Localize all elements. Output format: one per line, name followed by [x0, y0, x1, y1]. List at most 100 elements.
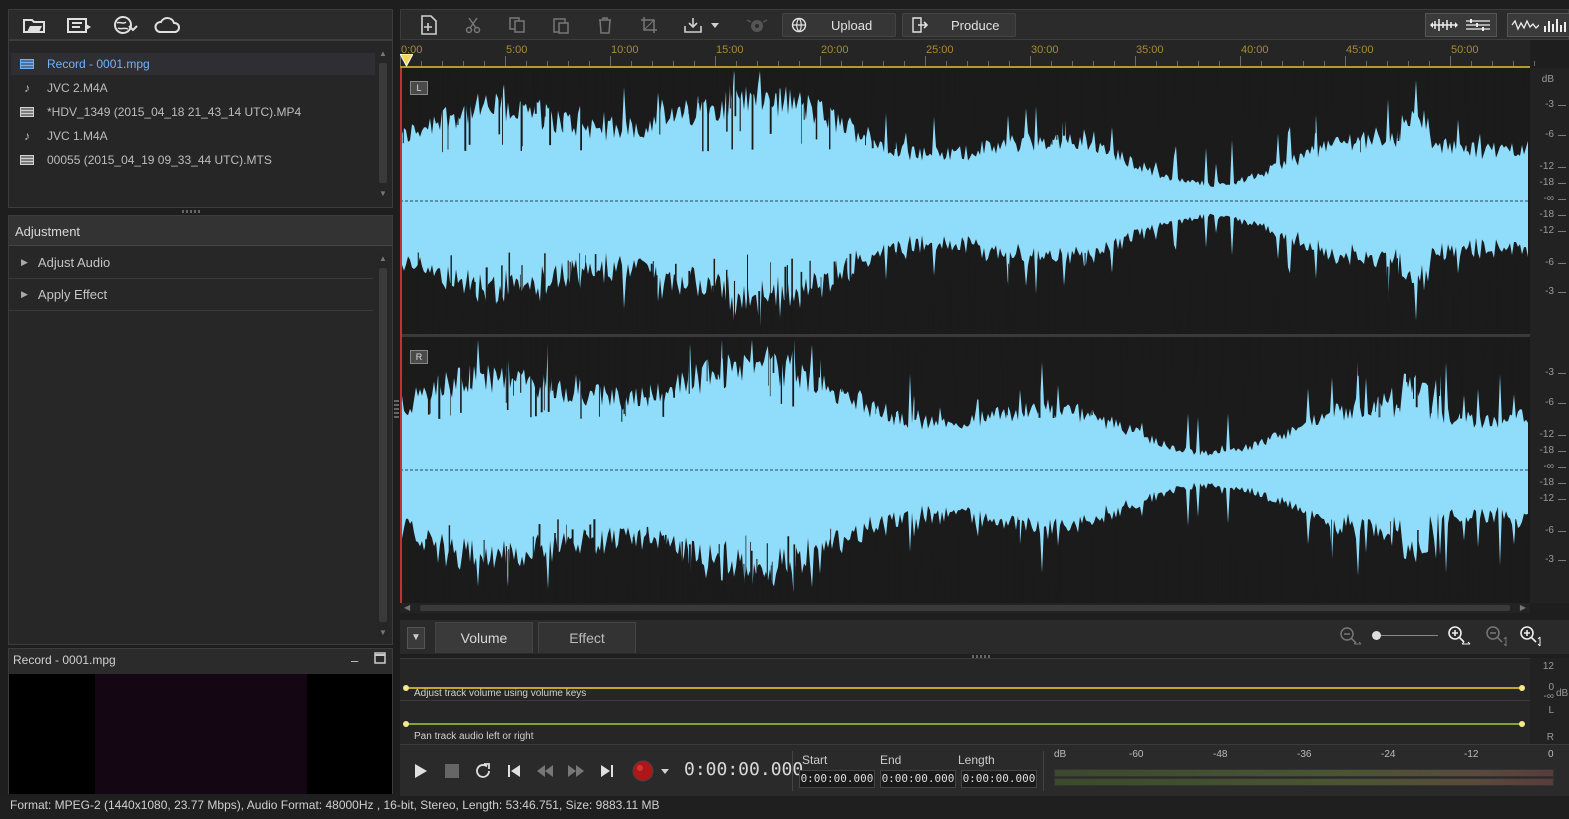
- upload-button[interactable]: Upload: [782, 13, 896, 37]
- left-channel-waveform[interactable]: [400, 68, 1528, 334]
- spectrum-icon[interactable]: [1543, 17, 1569, 36]
- stereo-view-icon[interactable]: [1429, 17, 1459, 36]
- disc-icon[interactable]: [741, 14, 773, 36]
- ruler-tick: [1030, 56, 1031, 66]
- right-channel-badge[interactable]: R: [410, 350, 428, 364]
- ruler-tick: [715, 56, 716, 66]
- length-field[interactable]: 0:00:00.000: [961, 770, 1037, 788]
- collapse-panel-button[interactable]: ▼: [407, 627, 425, 649]
- go-to-start-icon[interactable]: [502, 759, 526, 783]
- envelope-node[interactable]: [403, 721, 409, 727]
- transport-divider: [1043, 751, 1044, 791]
- zoom-slider[interactable]: [1372, 631, 1438, 640]
- zoom-in-vertical-icon[interactable]: [1518, 625, 1544, 650]
- export-dropdown-icon[interactable]: [681, 14, 721, 36]
- cloud-icon[interactable]: [153, 14, 183, 36]
- produce-button[interactable]: Produce: [902, 13, 1016, 37]
- media-item[interactable]: ♪ JVC 2.M4A: [11, 77, 375, 99]
- stop-icon[interactable]: [440, 759, 464, 783]
- panel-resize-handle[interactable]: [182, 210, 200, 213]
- copy-icon[interactable]: [505, 14, 529, 36]
- video-file-icon: [19, 105, 35, 119]
- waveform-icon[interactable]: [1511, 17, 1540, 36]
- timeline-ruler[interactable]: 0:00 5:00 10:00 15:00 20:00 25:00 30:00 35:00 40…: [399, 40, 1535, 68]
- pan-hint: Pan track audio left or right: [414, 731, 534, 742]
- download-web-icon[interactable]: [109, 14, 139, 36]
- split-view-icon[interactable]: [1463, 17, 1493, 36]
- apply-effect-item[interactable]: ▶ Apply Effect: [9, 279, 373, 311]
- media-item[interactable]: 00055 (2015_04_19 09_33_44 UTC).MTS: [11, 149, 375, 171]
- meter-label: dB: [1054, 749, 1067, 760]
- media-item[interactable]: Record - 0001.mpg: [11, 53, 375, 75]
- apply-effect-label: Apply Effect: [37, 287, 108, 302]
- playhead-marker-icon[interactable]: [399, 53, 414, 68]
- import-media-icon[interactable]: [21, 14, 51, 36]
- record-button[interactable]: [630, 759, 670, 783]
- transport-bar: 0:00:00.000 Start End Length 0:00:00.000…: [400, 744, 1569, 796]
- waveform-canvas[interactable]: [400, 68, 1530, 603]
- right-channel-waveform[interactable]: [400, 337, 1528, 603]
- loop-icon[interactable]: [471, 759, 495, 783]
- maximize-icon[interactable]: [374, 652, 386, 667]
- ruler-tick: [1366, 61, 1367, 66]
- end-field[interactable]: 0:00:00.000: [880, 770, 956, 788]
- volume-envelope-lane[interactable]: Adjust track volume using volume keys: [400, 659, 1530, 701]
- scroll-thumb[interactable]: [379, 63, 387, 183]
- pan-envelope-lane[interactable]: Pan track audio left or right: [400, 702, 1530, 744]
- scroll-thumb[interactable]: [420, 605, 1510, 611]
- minimize-icon[interactable]: –: [351, 653, 358, 668]
- ruler-tick: [1387, 61, 1388, 66]
- waveform-hscrollbar[interactable]: ◀ ▶: [400, 603, 1530, 613]
- zoom-out-horizontal-icon[interactable]: [1338, 626, 1362, 649]
- column-resize-handle[interactable]: [394, 400, 399, 420]
- adjust-audio-item[interactable]: ▶ Adjust Audio: [9, 247, 373, 279]
- pan-envelope-line[interactable]: [406, 723, 1523, 725]
- scroll-right-icon[interactable]: ▶: [1520, 603, 1526, 612]
- preview-panel: Record - 0001.mpg –: [8, 648, 393, 794]
- envelope-node[interactable]: [1519, 685, 1525, 691]
- scroll-left-icon[interactable]: ◀: [404, 603, 410, 612]
- play-icon[interactable]: [408, 759, 432, 783]
- scroll-up-icon[interactable]: ▲: [377, 49, 389, 59]
- envelope-node[interactable]: [1519, 721, 1525, 727]
- display-mode-toggle: [1507, 13, 1569, 37]
- envelope-node[interactable]: [403, 685, 409, 691]
- db-scale-tick: [1558, 105, 1566, 107]
- export-icon[interactable]: [65, 14, 95, 36]
- env-scale-neg: -∞: [1543, 691, 1554, 702]
- fast-forward-icon[interactable]: [564, 759, 588, 783]
- tab-volume[interactable]: Volume: [435, 622, 533, 653]
- ruler-tick: [1513, 61, 1514, 66]
- db-scale-label: -6: [1545, 256, 1554, 268]
- start-field[interactable]: 0:00:00.000: [799, 770, 875, 788]
- waveform-display[interactable]: L R: [400, 68, 1530, 603]
- media-item[interactable]: *HDV_1349 (2015_04_18 21_43_14 UTC).MP4: [11, 101, 375, 123]
- video-preview[interactable]: [9, 674, 392, 794]
- ruler-tick: [505, 56, 506, 66]
- paste-icon[interactable]: [549, 14, 573, 36]
- scroll-down-icon[interactable]: ▼: [377, 189, 389, 199]
- scroll-up-icon[interactable]: ▲: [377, 254, 389, 264]
- media-item[interactable]: ♪ JVC 1.M4A: [11, 125, 375, 147]
- scroll-down-icon[interactable]: ▼: [377, 628, 389, 638]
- zoom-slider-handle[interactable]: [1372, 631, 1381, 640]
- new-file-icon[interactable]: [417, 14, 441, 36]
- db-scale-tick: [1558, 530, 1566, 532]
- scroll-thumb[interactable]: [379, 268, 387, 622]
- length-label: Length: [958, 753, 995, 767]
- db-scale-label: -6: [1545, 396, 1554, 408]
- delete-icon[interactable]: [593, 14, 617, 36]
- zoom-in-horizontal-icon[interactable]: [1446, 625, 1472, 650]
- ruler-tick-label: 45:00: [1346, 44, 1374, 56]
- transport-divider: [792, 751, 793, 791]
- zoom-out-vertical-icon[interactable]: [1484, 625, 1510, 650]
- left-channel-badge[interactable]: L: [410, 81, 428, 95]
- media-list-scrollbar[interactable]: ▲ ▼: [377, 49, 389, 199]
- cut-icon[interactable]: [461, 14, 485, 36]
- rewind-icon[interactable]: [533, 759, 557, 783]
- tab-effect[interactable]: Effect: [538, 622, 636, 653]
- crop-icon[interactable]: [637, 14, 661, 36]
- adjustment-scrollbar[interactable]: ▲ ▼: [377, 254, 389, 638]
- go-to-end-icon[interactable]: [595, 759, 619, 783]
- db-scale-label: -6: [1545, 128, 1554, 140]
